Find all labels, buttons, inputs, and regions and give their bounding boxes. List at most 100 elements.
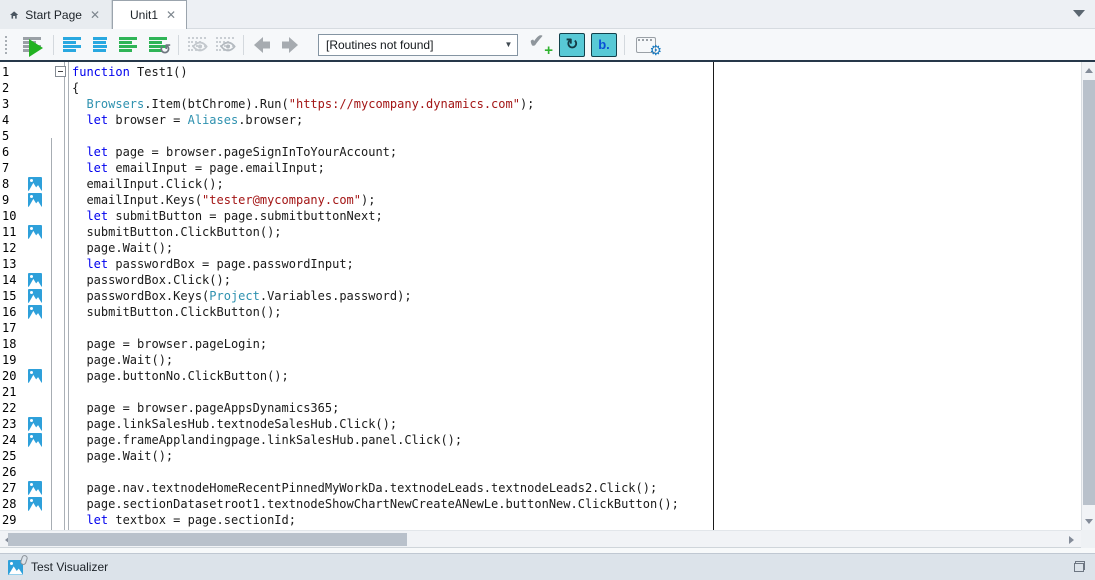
code-line[interactable]: 20 page.buttonNo.ClickButton(); <box>0 368 1081 384</box>
code-text[interactable]: page.Wait(); <box>72 448 1081 464</box>
code-text[interactable]: page = browser.pageLogin; <box>72 336 1081 352</box>
code-line[interactable]: 1 function Test1() <box>0 64 1081 80</box>
show-hidden-code-button-disabled[interactable] <box>183 32 211 58</box>
image-icon[interactable] <box>28 273 42 287</box>
line-number[interactable]: 24 <box>0 433 26 447</box>
visualizer-image-cell[interactable] <box>26 176 46 192</box>
line-number[interactable]: 25 <box>0 449 26 463</box>
code-text[interactable]: page.buttonNo.ClickButton(); <box>72 368 1081 384</box>
code-text[interactable]: function Test1() <box>72 64 1081 80</box>
visualizer-image-cell[interactable] <box>26 416 46 432</box>
line-number[interactable]: 21 <box>0 385 26 399</box>
visualizer-image-cell[interactable] <box>26 480 46 496</box>
line-number[interactable]: 5 <box>0 129 26 143</box>
vertical-scrollbar[interactable] <box>1081 62 1095 530</box>
line-number[interactable]: 13 <box>0 257 26 271</box>
collapse-minus-icon[interactable] <box>55 66 66 77</box>
line-number[interactable]: 18 <box>0 337 26 351</box>
code-text[interactable]: let submitButton = page.submitbuttonNext… <box>72 208 1081 224</box>
image-icon[interactable] <box>28 481 42 495</box>
code-line[interactable]: 29 let textbox = page.sectionId; <box>0 512 1081 528</box>
code-text[interactable]: page.linkSalesHub.textnodeSalesHub.Click… <box>72 416 1081 432</box>
code-text[interactable]: submitButton.ClickButton(); <box>72 224 1081 240</box>
code-text[interactable]: page.sectionDatasetroot1.textnodeShowCha… <box>72 496 1081 512</box>
code-line[interactable]: 9 emailInput.Keys("tester@mycompany.com"… <box>0 192 1081 208</box>
visualizer-image-cell[interactable] <box>26 272 46 288</box>
code-line[interactable]: 17 <box>0 320 1081 336</box>
code-line[interactable]: 13 let passwordBox = page.passwordInput; <box>0 256 1081 272</box>
line-number[interactable]: 15 <box>0 289 26 303</box>
visualizer-image-cell[interactable] <box>26 432 46 448</box>
image-icon[interactable] <box>28 225 42 239</box>
line-number[interactable]: 14 <box>0 273 26 287</box>
code-text[interactable]: page = browser.pageAppsDynamics365; <box>72 400 1081 416</box>
code-line[interactable]: 11 submitButton.ClickButton(); <box>0 224 1081 240</box>
code-line[interactable]: 7 let emailInput = page.emailInput; <box>0 160 1081 176</box>
line-number[interactable]: 7 <box>0 161 26 175</box>
line-number[interactable]: 1 <box>0 65 26 79</box>
code-line[interactable]: 16 submitButton.ClickButton(); <box>0 304 1081 320</box>
float-panel-icon[interactable] <box>1074 561 1085 572</box>
line-number[interactable]: 17 <box>0 321 26 335</box>
code-text[interactable]: passwordBox.Click(); <box>72 272 1081 288</box>
code-text[interactable]: passwordBox.Keys(Project.Variables.passw… <box>72 288 1081 304</box>
line-number[interactable]: 16 <box>0 305 26 319</box>
code-line[interactable]: 15 passwordBox.Keys(Project.Variables.pa… <box>0 288 1081 304</box>
code-line[interactable]: 26 <box>0 464 1081 480</box>
code-line[interactable]: 8 emailInput.Click(); <box>0 176 1081 192</box>
visualizer-image-cell[interactable] <box>26 368 46 384</box>
line-number[interactable]: 10 <box>0 209 26 223</box>
code-line[interactable]: 18 page = browser.pageLogin; <box>0 336 1081 352</box>
code-line[interactable]: 3 Browsers.Item(btChrome).Run("https://m… <box>0 96 1081 112</box>
tab-list-dropdown-icon[interactable] <box>1073 10 1085 17</box>
code-line[interactable]: 5 <box>0 128 1081 144</box>
routines-dropdown[interactable]: [Routines not found] ▼ <box>318 34 518 56</box>
code-text[interactable]: { <box>72 80 1081 96</box>
close-icon[interactable]: ✕ <box>89 9 101 21</box>
code-text[interactable]: let page = browser.pageSignInToYourAccou… <box>72 144 1081 160</box>
code-line[interactable]: 24 page.frameApplandingpage.linkSalesHub… <box>0 432 1081 448</box>
code-line[interactable]: 12 page.Wait(); <box>0 240 1081 256</box>
tab-unit1[interactable]: Unit1 ✕ <box>112 0 187 29</box>
line-number[interactable]: 11 <box>0 225 26 239</box>
code-text[interactable]: emailInput.Click(); <box>72 176 1081 192</box>
rerun-routine-button[interactable]: ↺ <box>142 32 174 58</box>
navigate-back-button[interactable] <box>248 32 276 58</box>
code-line[interactable]: 21 <box>0 384 1081 400</box>
horizontal-scrollbar[interactable] <box>0 530 1081 548</box>
line-number[interactable]: 27 <box>0 481 26 495</box>
code-text[interactable]: let passwordBox = page.passwordInput; <box>72 256 1081 272</box>
image-icon[interactable] <box>28 193 42 207</box>
code-editor[interactable]: 1 function Test1()2{3 Browsers.Item(btChr… <box>0 62 1081 530</box>
scroll-down-button[interactable] <box>1082 514 1095 529</box>
code-text[interactable]: submitButton.ClickButton(); <box>72 304 1081 320</box>
line-number[interactable]: 8 <box>0 177 26 191</box>
run-to-cursor-button[interactable] <box>86 32 114 58</box>
image-icon[interactable] <box>28 177 42 191</box>
line-number[interactable]: 26 <box>0 465 26 479</box>
line-number[interactable]: 29 <box>0 513 26 527</box>
line-number[interactable]: 22 <box>0 401 26 415</box>
image-icon[interactable] <box>28 497 42 511</box>
toolbar-grip-handle[interactable] <box>5 36 10 54</box>
run-test-button[interactable] <box>15 32 49 58</box>
code-text[interactable]: page.Wait(); <box>72 240 1081 256</box>
line-number[interactable]: 20 <box>0 369 26 383</box>
script-extensions-button[interactable]: b. <box>591 33 617 57</box>
convert-to-data-driven-button[interactable]: ↻ <box>559 33 585 57</box>
visualizer-image-cell[interactable] <box>26 224 46 240</box>
image-icon[interactable] <box>28 369 42 383</box>
code-line[interactable]: 19 page.Wait(); <box>0 352 1081 368</box>
run-selected-lines-button[interactable] <box>58 32 86 58</box>
code-text[interactable]: Browsers.Item(btChrome).Run("https://myc… <box>72 96 1081 112</box>
visualizer-image-cell[interactable] <box>26 304 46 320</box>
image-icon[interactable] <box>28 433 42 447</box>
line-number[interactable]: 19 <box>0 353 26 367</box>
horizontal-scrollbar-thumb[interactable] <box>8 533 407 546</box>
vertical-scrollbar-thumb[interactable] <box>1083 80 1095 505</box>
code-line[interactable]: 6 let page = browser.pageSignInToYourAcc… <box>0 144 1081 160</box>
scroll-up-button[interactable] <box>1082 63 1095 78</box>
code-line[interactable]: 2{ <box>0 80 1081 96</box>
add-checkpoint-button[interactable]: ✔ + <box>524 32 556 58</box>
code-line[interactable]: 10 let submitButton = page.submitbuttonN… <box>0 208 1081 224</box>
